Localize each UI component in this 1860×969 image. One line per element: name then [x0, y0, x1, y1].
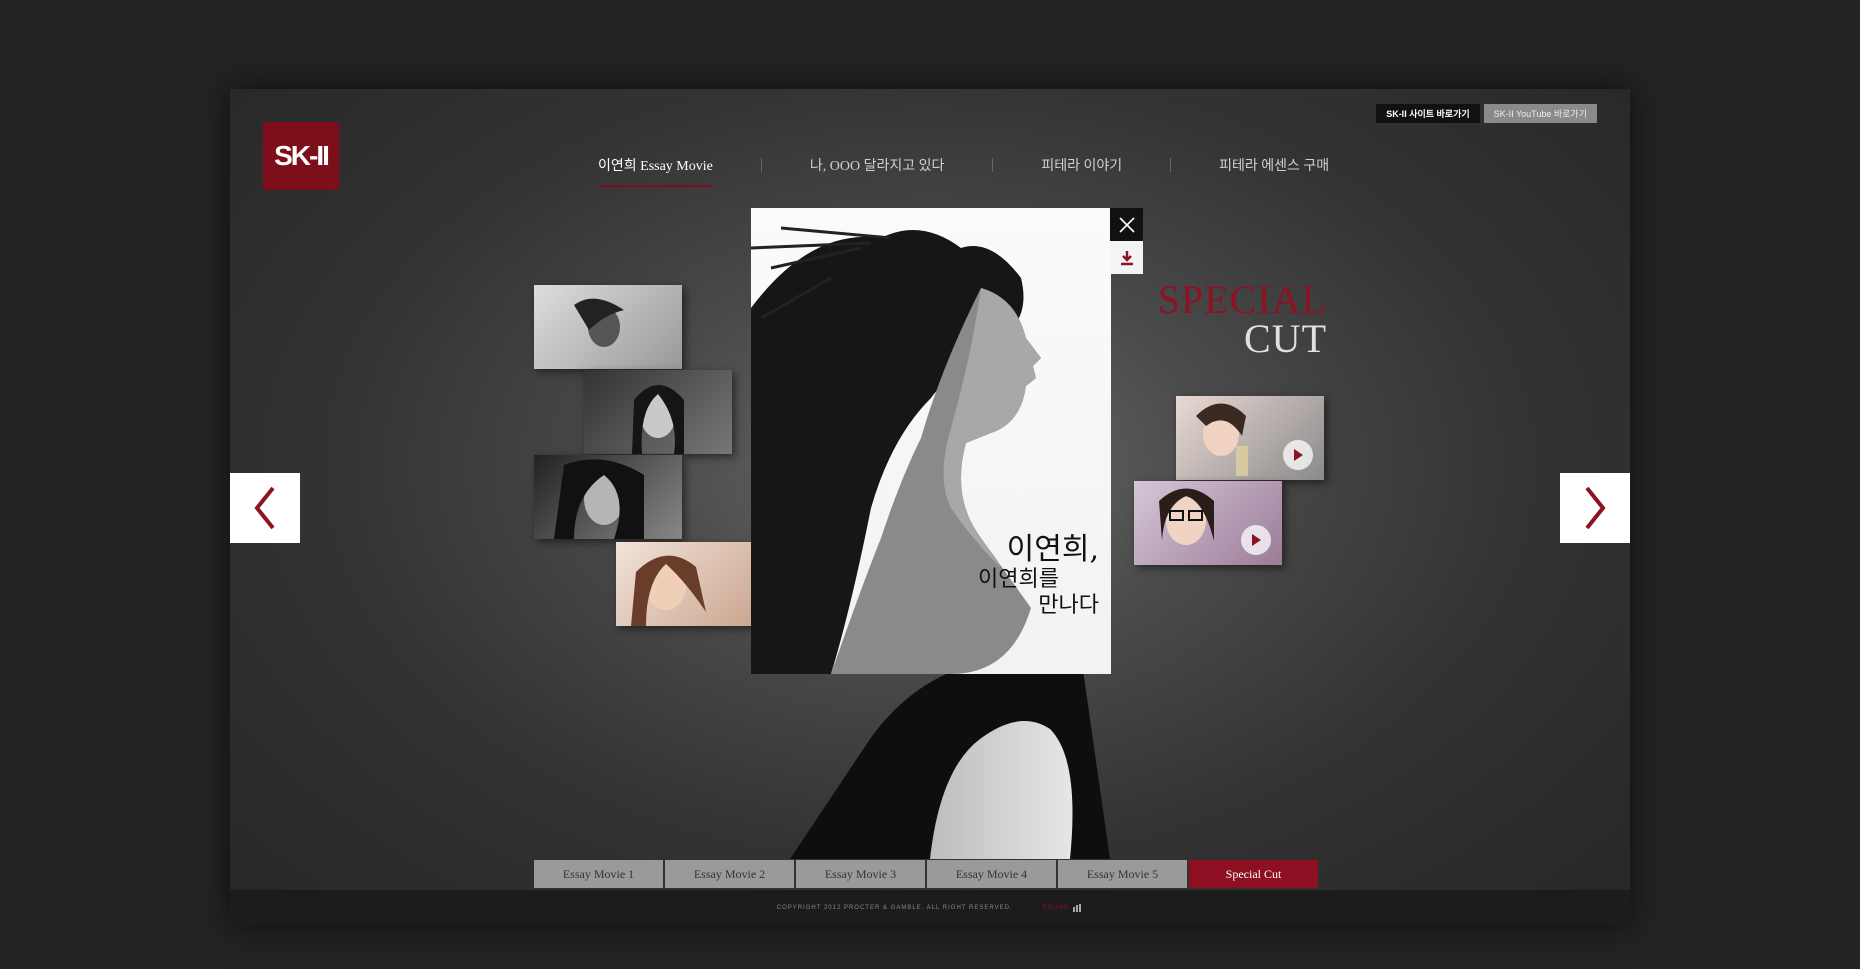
chevron-right-icon [1585, 486, 1606, 530]
close-button[interactable] [1110, 208, 1143, 241]
photo-thumbnail[interactable] [534, 455, 682, 539]
nav-item-pitera-story[interactable]: 피테라 이야기 [993, 155, 1170, 175]
poster-title: 이연희, 이연희를 만나다 [978, 533, 1099, 619]
portrait-image [632, 385, 684, 454]
movie-tabs: Essay Movie 1 Essay Movie 2 Essay Movie … [534, 860, 1320, 888]
video-thumbnail[interactable] [1134, 481, 1282, 565]
photo-thumbnail[interactable] [616, 542, 764, 626]
special-cut-line1: SPECIAL [1157, 277, 1327, 322]
download-icon [1120, 250, 1133, 265]
main-frame: SK-II SK-II 사이트 바로가기 SK-II YouTube 바로가기 … [230, 89, 1630, 925]
play-icon[interactable] [1241, 525, 1271, 555]
copyright-text: COPYRIGHT 2012 PROCTER & GAMBLE. ALL RIG… [776, 904, 1013, 911]
photo-thumbnail[interactable] [584, 370, 732, 454]
portrait-image [554, 459, 644, 539]
special-cut-poster: 이연희, 이연희를 만나다 [751, 208, 1111, 674]
tab-special-cut[interactable]: Special Cut [1189, 860, 1318, 888]
background-model-image [790, 649, 1110, 859]
sound-bars-icon [1073, 903, 1082, 912]
tab-essay-movie-4[interactable]: Essay Movie 4 [927, 860, 1056, 888]
poster-title-line: 만나다 [1038, 593, 1099, 618]
next-arrow-button[interactable] [1560, 473, 1630, 543]
video-thumbnail[interactable] [1176, 396, 1324, 480]
nav-item-buy-essence[interactable]: 피테라 에센스 구매 [1171, 155, 1377, 175]
prev-arrow-button[interactable] [230, 473, 300, 543]
portrait-image [574, 298, 624, 347]
play-icon[interactable] [1283, 440, 1313, 470]
special-cut-heading: SPECIAL CUT [1155, 277, 1327, 361]
tab-essay-movie-5[interactable]: Essay Movie 5 [1058, 860, 1187, 888]
sk2-logo[interactable]: SK-II [263, 122, 339, 190]
youtube-link-button[interactable]: SK-II YouTube 바로가기 [1483, 104, 1597, 123]
portrait-image [631, 555, 706, 626]
chevron-left-icon [254, 486, 275, 530]
download-button[interactable] [1110, 241, 1143, 274]
close-icon [1118, 216, 1135, 233]
site-link-button[interactable]: SK-II 사이트 바로가기 [1376, 104, 1480, 123]
photo-thumbnail[interactable] [534, 285, 682, 369]
poster-title-line: 이연희를 [978, 567, 1059, 592]
poster-title-line: 이연희, [1006, 532, 1099, 567]
special-cut-line2: CUT [1244, 316, 1327, 361]
tab-essay-movie-1[interactable]: Essay Movie 1 [534, 860, 663, 888]
tab-essay-movie-3[interactable]: Essay Movie 3 [796, 860, 925, 888]
top-links: SK-II 사이트 바로가기 SK-II YouTube 바로가기 [1376, 104, 1597, 123]
sound-toggle[interactable]: SOUND [1042, 903, 1084, 912]
logo-text: SK-II [274, 140, 330, 171]
nav-item-changing[interactable]: 나, OOO 달라지고 있다 [762, 155, 993, 175]
main-nav: 이연희 Essay Movie 나, OOO 달라지고 있다 피테라 이야기 피… [550, 155, 1377, 187]
sound-label: SOUND [1042, 904, 1070, 911]
tab-essay-movie-2[interactable]: Essay Movie 2 [665, 860, 794, 888]
footer: COPYRIGHT 2012 PROCTER & GAMBLE. ALL RIG… [230, 890, 1630, 925]
nav-item-essay-movie[interactable]: 이연희 Essay Movie [550, 155, 761, 187]
